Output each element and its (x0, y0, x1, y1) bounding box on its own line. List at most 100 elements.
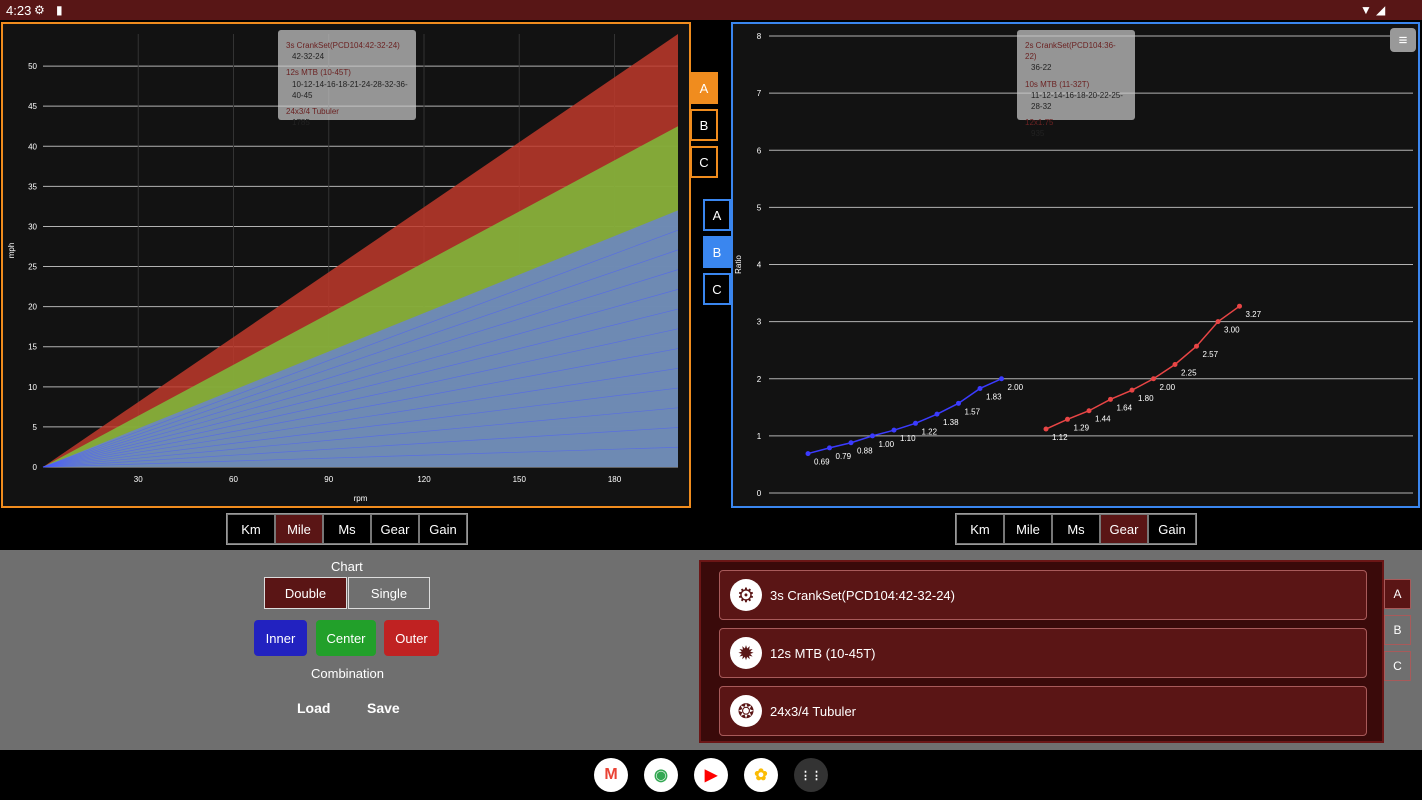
data-point (1215, 319, 1221, 325)
photos-icon[interactable]: ✿ (744, 758, 778, 792)
y-tick-label: 0 (33, 463, 38, 472)
signal-icon: ◢ (1376, 3, 1386, 17)
data-point (977, 385, 983, 391)
legend-value: 935 (1031, 129, 1045, 139)
double-button[interactable]: Double (264, 577, 347, 609)
y-axis-label: Ratio (734, 255, 743, 274)
right-select-c[interactable]: C (703, 273, 731, 305)
data-point (1172, 361, 1178, 367)
speed-chart-legend: 3s CrankSet(PCD104:42-32-24) 42-32-24 12… (278, 30, 416, 127)
data-label: 1.22 (922, 427, 938, 436)
tab-mile[interactable]: Mile (275, 514, 323, 544)
legend-value: 10-12-14-16-18-21-24-28-32-36-40-45 (292, 79, 408, 100)
data-point (805, 451, 811, 457)
data-point (1237, 303, 1242, 309)
component-label: 3s CrankSet(PCD104:42-32-24) (770, 587, 955, 603)
data-label: 1.29 (1074, 423, 1090, 432)
wheel-icon: ❂ (730, 695, 762, 727)
data-label: 0.69 (814, 458, 830, 467)
x-tick-label: 180 (608, 475, 622, 484)
left-select-b[interactable]: B (690, 109, 718, 141)
y-tick-label: 5 (757, 203, 762, 212)
data-label: 1.38 (943, 418, 959, 427)
legend-title: 10s MTB (11-32T) (1025, 79, 1090, 89)
x-tick-label: 60 (229, 475, 238, 484)
tab-ms[interactable]: Ms (323, 514, 371, 544)
data-point (934, 411, 940, 417)
y-tick-label: 3 (757, 318, 762, 327)
load-button[interactable]: Load (297, 700, 330, 716)
ratio-chart-panel[interactable]: 0 1 2 3 4 5 6 7 8 Ratio 0.69 0.79 0.88 1.00 1.10 1.22 1.… (731, 22, 1420, 508)
right-select-b[interactable]: B (703, 236, 731, 268)
tab-ms[interactable]: Ms (1052, 514, 1100, 544)
tab-km[interactable]: Km (227, 514, 275, 544)
data-label: 0.88 (857, 447, 873, 456)
app-drawer-icon[interactable]: ⋮⋮ (794, 758, 828, 792)
data-point (891, 427, 897, 433)
component-crankset[interactable]: ⚙ 3s CrankSet(PCD104:42-32-24) (719, 570, 1367, 620)
components-panel: ⚙ 3s CrankSet(PCD104:42-32-24) ✹ 12s MTB… (699, 560, 1384, 743)
y-tick-label: 40 (28, 142, 37, 151)
x-axis-label: rpm (354, 494, 368, 503)
legend-title: 12s MTB (10-45T) (286, 68, 351, 78)
tab-km[interactable]: Km (956, 514, 1004, 544)
legend-title: 2s CrankSet(PCD104:36-22) (1025, 41, 1116, 62)
data-label: 1.10 (900, 434, 916, 443)
y-tick-label: 8 (757, 32, 762, 41)
data-label: 1.00 (879, 440, 895, 449)
x-tick-label: 150 (513, 475, 527, 484)
outer-button[interactable]: Outer (384, 620, 439, 656)
tab-gear[interactable]: Gear (371, 514, 419, 544)
data-label: 1.12 (1052, 433, 1068, 442)
left-select-a[interactable]: A (690, 72, 718, 104)
legend-value: 36-22 (1031, 63, 1052, 73)
data-label: 1.64 (1117, 403, 1133, 412)
component-label: 12s MTB (10-45T) (770, 645, 876, 661)
menu-icon[interactable]: ≡ (1390, 28, 1416, 52)
y-tick-label: 2 (757, 375, 762, 384)
youtube-icon[interactable]: ▶ (694, 758, 728, 792)
legend-title: 12x1.75 (1025, 118, 1054, 128)
data-label: 1.44 (1095, 415, 1111, 424)
y-tick-label: 7 (757, 89, 762, 98)
data-label: 3.27 (1246, 310, 1262, 319)
data-label: 1.83 (986, 392, 1002, 401)
component-select-c[interactable]: C (1384, 651, 1411, 681)
tab-gear[interactable]: Gear (1100, 514, 1148, 544)
legend-value: 11-12-14-16-18-20-22-25-28-32 (1031, 90, 1123, 111)
speed-chart-panel[interactable]: 0 5 10 15 20 25 30 35 40 45 50 30 60 90 120 150 180 rpm mp… (1, 22, 691, 508)
status-time: 4:23 (6, 3, 32, 18)
gmail-icon[interactable]: M (594, 758, 628, 792)
x-tick-label: 90 (324, 475, 333, 484)
component-cassette[interactable]: ✹ 12s MTB (10-45T) (719, 628, 1367, 678)
component-select-b[interactable]: B (1384, 615, 1411, 645)
center-button[interactable]: Center (316, 620, 376, 656)
data-label: 3.00 (1224, 326, 1240, 335)
legend-value: 1785 (292, 118, 310, 128)
y-tick-label: 4 (757, 261, 762, 270)
y-tick-label: 0 (757, 489, 762, 498)
data-label: 2.00 (1160, 383, 1176, 392)
legend-value: 42-32-24 (292, 52, 325, 62)
data-label: 1.80 (1138, 394, 1154, 403)
left-select-c[interactable]: C (690, 146, 718, 178)
chrome-icon[interactable]: ◉ (644, 758, 678, 792)
y-tick-label: 10 (28, 383, 37, 392)
component-label: 24x3/4 Tubuler (770, 703, 857, 719)
component-wheel[interactable]: ❂ 24x3/4 Tubuler (719, 686, 1367, 736)
legend-title: 24x3/4 Tubuler (286, 106, 339, 116)
component-select-a[interactable]: A (1384, 579, 1411, 609)
y-tick-label: 30 (28, 222, 37, 231)
data-point (1129, 387, 1135, 393)
y-tick-label: 45 (28, 102, 37, 111)
save-button[interactable]: Save (367, 700, 400, 716)
data-point (913, 420, 918, 426)
inner-button[interactable]: Inner (254, 620, 307, 656)
tab-mile[interactable]: Mile (1004, 514, 1052, 544)
tab-gain[interactable]: Gain (1148, 514, 1196, 544)
data-point (870, 433, 875, 439)
single-button[interactable]: Single (348, 577, 430, 609)
tab-gain[interactable]: Gain (419, 514, 467, 544)
right-select-a[interactable]: A (703, 199, 731, 231)
data-point (1194, 343, 1199, 349)
